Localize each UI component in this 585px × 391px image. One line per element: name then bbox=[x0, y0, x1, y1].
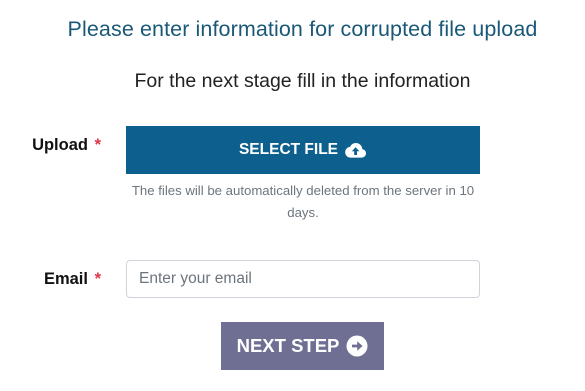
select-file-button-label: SELECT FILE bbox=[238, 141, 339, 158]
email-label: Email * bbox=[44, 270, 101, 289]
next-step-button[interactable]: NEXT STEP bbox=[221, 322, 384, 370]
email-label-text: Email bbox=[43, 270, 88, 288]
select-file-button[interactable]: SELECT FILE bbox=[126, 126, 480, 174]
arrow-circle-right-icon bbox=[346, 335, 368, 357]
next-step-button-label: NEXT STEP bbox=[236, 335, 340, 356]
cloud-upload-icon bbox=[344, 142, 367, 159]
email-required-marker: * bbox=[94, 270, 101, 288]
upload-required-marker: * bbox=[94, 136, 101, 154]
upload-help-text: The files will be automatically deleted … bbox=[131, 183, 475, 220]
email-input[interactable] bbox=[126, 260, 480, 298]
page-subtitle: For the next stage fill in the informati… bbox=[134, 70, 471, 92]
page-title: Please enter information for corrupted f… bbox=[67, 17, 538, 41]
upload-label: Upload * bbox=[32, 136, 101, 155]
upload-label-text: Upload bbox=[32, 136, 88, 154]
